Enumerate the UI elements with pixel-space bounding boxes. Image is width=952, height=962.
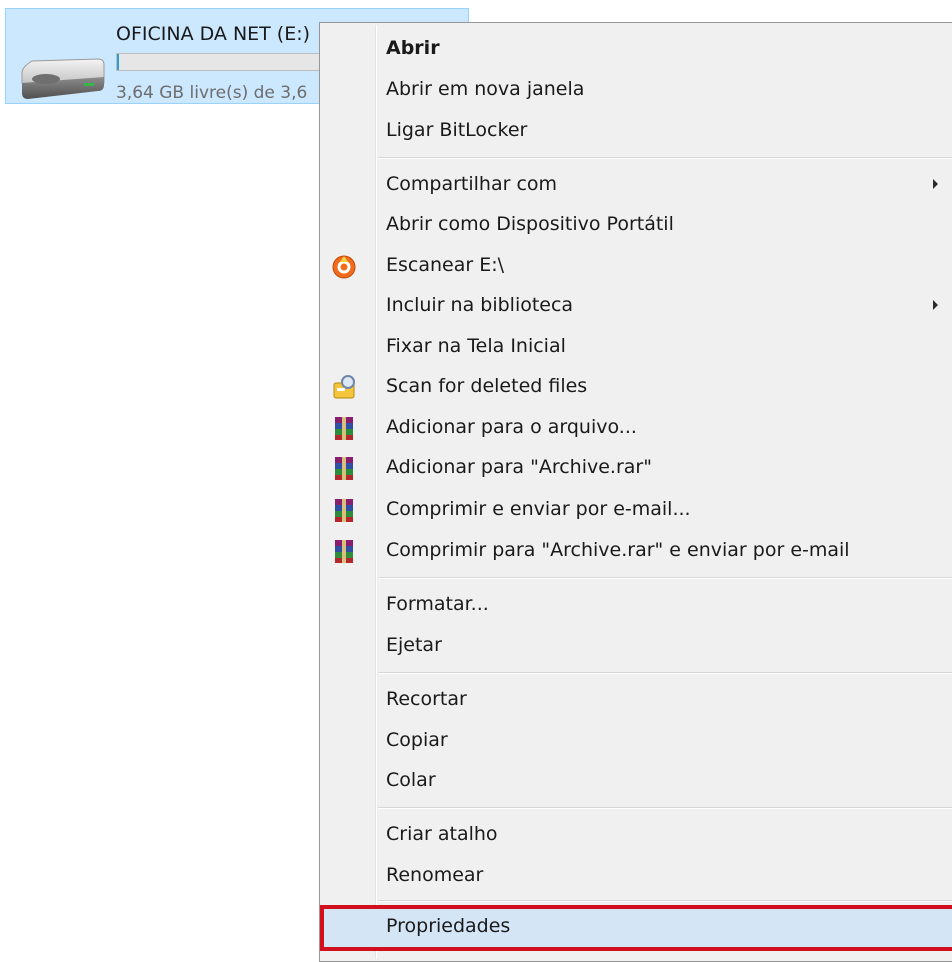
menu-item-label: Copiar: [386, 729, 448, 751]
menu-item-recortar[interactable]: Recortar: [322, 680, 952, 720]
menu-item-ejetar[interactable]: Ejetar: [322, 626, 952, 666]
winrar-icon: [335, 457, 353, 480]
menu-item-label: Abrir em nova janela: [386, 78, 585, 100]
winrar-icon: [335, 499, 353, 522]
menu-item-label: Fixar na Tela Inicial: [386, 335, 566, 357]
menu-item-label: Ejetar: [386, 634, 442, 656]
menu-item-label: Comprimir e enviar por e-mail...: [386, 498, 691, 520]
menu-item-label: Recortar: [386, 688, 467, 710]
drive-free-space: 3,64 GB livre(s) de 3,6: [116, 83, 308, 103]
submenu-arrow-icon: [933, 300, 938, 310]
drive-capacity-bar: [116, 53, 346, 71]
menu-separator: [378, 807, 952, 809]
drive-capacity-fill: [117, 54, 120, 70]
context-menu: Abrir Abrir em nova janela Ligar BitLock…: [319, 22, 952, 962]
menu-item-renomear[interactable]: Renomear: [322, 856, 952, 896]
menu-item-copiar[interactable]: Copiar: [322, 721, 952, 761]
winrar-icon: [335, 417, 353, 440]
menu-item-comprimir-enviar-email[interactable]: Comprimir e enviar por e-mail...: [322, 490, 952, 530]
menu-item-fixar-tela-inicial[interactable]: Fixar na Tela Inicial: [322, 327, 952, 367]
menu-item-abrir[interactable]: Abrir: [322, 29, 952, 69]
menu-item-label: Scan for deleted files: [386, 375, 588, 397]
menu-item-label: Compartilhar com: [386, 173, 558, 195]
menu-item-scan-deleted-files[interactable]: Scan for deleted files: [322, 367, 952, 407]
menu-item-label: Colar: [386, 769, 436, 791]
menu-separator: [378, 900, 952, 902]
menu-item-propriedades[interactable]: Propriedades: [320, 905, 952, 951]
menu-item-compartilhar-com[interactable]: Compartilhar com: [322, 165, 952, 205]
menu-item-label: Incluir na biblioteca: [386, 294, 574, 316]
menu-item-label: Abrir como Dispositivo Portátil: [386, 213, 674, 235]
menu-item-abrir-nova-janela[interactable]: Abrir em nova janela: [322, 70, 952, 110]
menu-item-colar[interactable]: Colar: [322, 761, 952, 801]
menu-item-comprimir-archive-rar-email[interactable]: Comprimir para "Archive.rar" e enviar po…: [322, 531, 952, 571]
winrar-icon: [335, 540, 353, 563]
menu-item-label: Renomear: [386, 864, 484, 886]
menu-item-label: Propriedades: [386, 915, 511, 937]
drive-name: OFICINA DA NET (E:): [116, 23, 311, 45]
menu-item-adicionar-arquivo[interactable]: Adicionar para o arquivo...: [322, 408, 952, 448]
menu-item-formatar[interactable]: Formatar...: [322, 585, 952, 625]
menu-item-label: Adicionar para "Archive.rar": [386, 456, 652, 478]
menu-item-adicionar-archive-rar[interactable]: Adicionar para "Archive.rar": [322, 448, 952, 488]
menu-item-label: Criar atalho: [386, 823, 498, 845]
menu-item-incluir-biblioteca[interactable]: Incluir na biblioteca: [322, 286, 952, 326]
menu-item-label: Comprimir para "Archive.rar" e enviar po…: [386, 539, 850, 561]
menu-separator: [378, 672, 952, 674]
menu-separator: [378, 577, 952, 579]
menu-item-escanear[interactable]: Escanear E:\: [322, 246, 952, 286]
menu-separator: [378, 157, 952, 159]
submenu-arrow-icon: [933, 179, 938, 189]
menu-item-label: Formatar...: [386, 593, 489, 615]
menu-item-label: Ligar BitLocker: [386, 119, 528, 141]
menu-item-abrir-dispositivo-portatil[interactable]: Abrir como Dispositivo Portátil: [322, 205, 952, 245]
menu-item-label: Escanear E:\: [386, 254, 505, 276]
menu-item-ligar-bitlocker[interactable]: Ligar BitLocker: [322, 111, 952, 151]
removable-drive-icon: [21, 58, 105, 99]
recovery-tool-icon: [333, 375, 355, 399]
antivirus-scan-icon: [332, 255, 356, 279]
menu-item-label: Abrir: [386, 37, 440, 59]
menu-item-criar-atalho[interactable]: Criar atalho: [322, 815, 952, 855]
menu-item-label: Adicionar para o arquivo...: [386, 416, 637, 438]
